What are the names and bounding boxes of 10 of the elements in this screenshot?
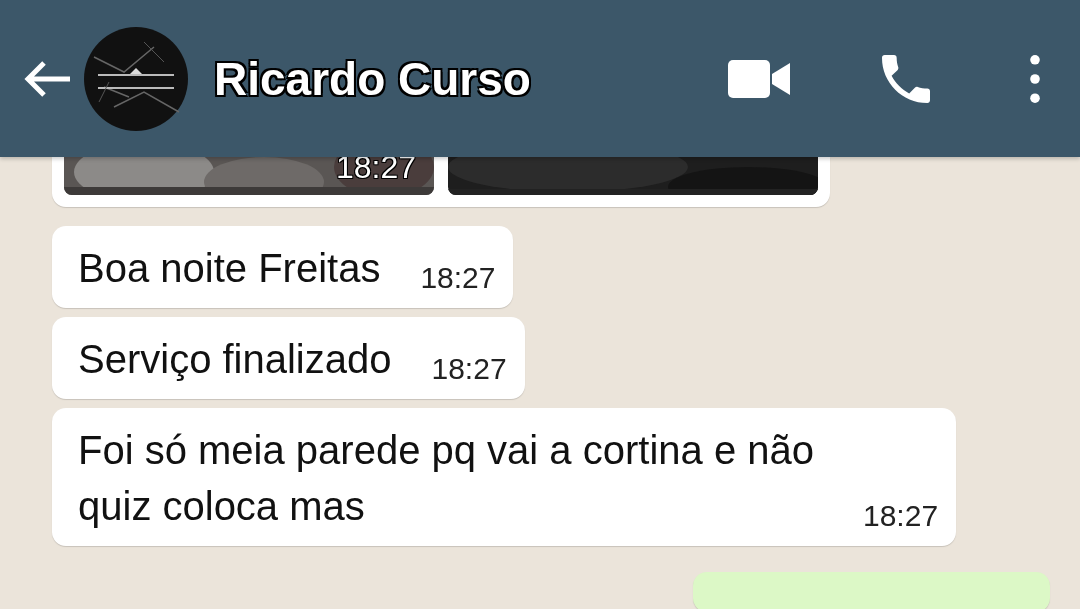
more-options-icon[interactable] (1030, 54, 1040, 103)
video-call-icon[interactable] (728, 59, 790, 98)
message-time: 18:27 (420, 260, 496, 296)
back-arrow-icon[interactable] (22, 58, 72, 99)
message-text: Serviço finalizado (78, 336, 392, 383)
message-time: 18:27 (863, 498, 939, 534)
message-text: Foi só meia parede pq vai a cortina e não quiz coloca mas (78, 427, 815, 530)
contact-name[interactable]: Ricardo Curso (214, 51, 531, 106)
message-text: Boa noite Freitas (78, 245, 381, 292)
message-time: 18:27 (431, 351, 507, 387)
